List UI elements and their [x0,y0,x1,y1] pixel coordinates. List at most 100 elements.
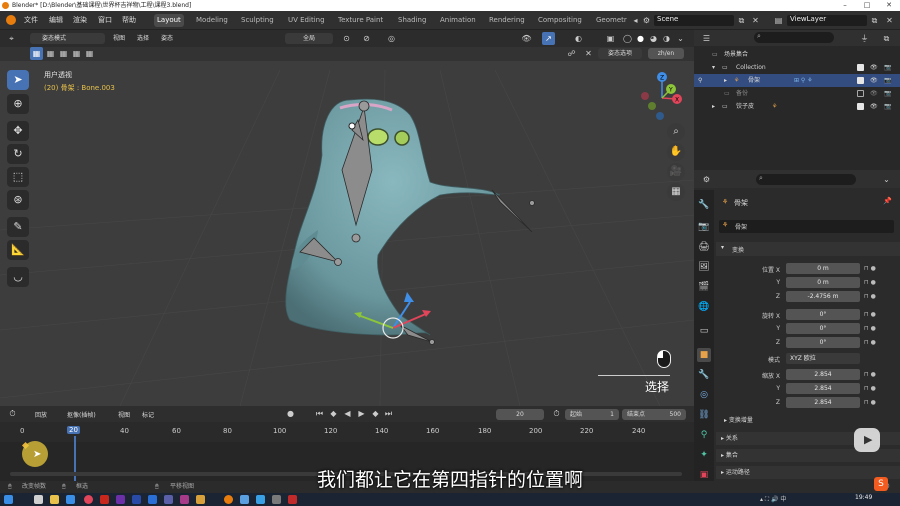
bone-constraint-tab-icon[interactable]: ▣ [697,468,711,482]
zoom-icon[interactable]: ⌕ [667,123,685,141]
taskbar-app-icon[interactable] [164,495,173,504]
eye-icon[interactable]: 👁 [870,61,878,74]
tab-uv-editing[interactable]: UV Editing [285,14,328,27]
end-frame-field[interactable]: 结束点 500 [622,409,686,420]
world-tab-icon[interactable]: 🌐 [697,300,711,314]
menu-window[interactable]: 窗口 [98,15,112,25]
outliner-root-row[interactable]: ▭ 场景集合 [694,48,900,61]
rotation-y-field[interactable]: 0° [786,323,860,334]
outliner-row-collection[interactable]: ▾ ▭ Collection 👁 📷 [694,61,900,74]
filter-icon[interactable]: ⏚ [858,32,871,45]
menu-file[interactable]: 文件 [24,15,38,25]
taskbar-app-icon[interactable] [66,495,75,504]
rotation-mode-dropdown[interactable]: XYZ 欧拉 [786,353,860,364]
minimize-icon[interactable]: – [834,0,856,11]
collection-tab-icon[interactable]: ▭ [697,324,711,338]
timeline-menu-marker[interactable]: 标记 [142,410,154,419]
camera-view-icon[interactable]: 🎥 [667,163,685,181]
data-tab-icon[interactable]: ⚲ [697,428,711,442]
tab-compositing[interactable]: Compositing [535,14,585,27]
tool-tab-icon[interactable]: 🔧 [697,198,711,212]
outliner-row-dumpling[interactable]: ▸ ▭ 饺子皮 ⚘ 👁 📷 [694,100,900,113]
expand-icon[interactable]: ▾ [712,61,715,74]
eye-icon[interactable]: 👁 [870,87,878,100]
tab-geometry[interactable]: Geometr [593,14,630,27]
scale-x-field[interactable]: 2.854 [786,369,860,380]
scene-icon[interactable]: ⚙ [640,14,653,27]
taskbar-app-icon[interactable] [196,495,205,504]
rotation-z-field[interactable]: 0° [786,337,860,348]
tab-modeling[interactable]: Modeling [193,14,231,27]
keying-dropdown[interactable]: 抠像(插帧) [67,410,96,419]
lock-icon[interactable]: ⊓ ● [864,265,876,272]
new-collection-icon[interactable]: ⧉ [880,32,893,45]
menu-edit[interactable]: 编辑 [49,15,63,25]
scene-tab-icon[interactable]: 🎬 [697,280,711,294]
lock-icon[interactable]: ⊓ ● [864,385,876,392]
lock-icon[interactable]: ⊓ ● [864,339,876,346]
taskbar-app-icon[interactable] [132,495,141,504]
taskbar-app-icon[interactable] [50,495,59,504]
lock-icon[interactable]: ⊓ ● [864,325,876,332]
checkbox-icon[interactable] [857,103,864,110]
lock-icon[interactable]: ⊓ ● [864,293,876,300]
output-tab-icon[interactable]: 🖨 [697,240,711,254]
windows-start-icon[interactable] [4,495,13,504]
tab-shading[interactable]: Shading [395,14,429,27]
object-name-field[interactable]: ⚘ 骨架 [719,220,894,233]
motion-paths-panel-header[interactable]: ▸ 运动路径 [716,466,900,479]
modifier-tab-icon[interactable]: 🔧 [697,368,711,382]
camera-icon[interactable]: 📷 [884,74,891,87]
physics-tab-icon[interactable]: ◎ [697,388,711,402]
view-layer-field[interactable]: ViewLayer [787,15,867,26]
checkbox-icon[interactable] [857,64,864,71]
tab-layout[interactable]: Layout [154,14,184,27]
taskbar-app-icon[interactable] [34,495,43,504]
current-frame-indicator[interactable]: 20 [67,426,80,434]
taskbar-app-icon[interactable] [224,495,233,504]
new-scene-icon[interactable]: ⧉ [735,14,748,27]
timeline-ruler[interactable]: 0 20 40 60 80 100 120 140 160 180 200 22… [0,422,694,442]
menu-render[interactable]: 渲染 [73,15,87,25]
outliner-search-input[interactable]: ⌕ [754,32,834,43]
taskbar-app-icon[interactable] [84,495,93,504]
tab-sculpting[interactable]: Sculpting [238,14,277,27]
viewport-3d[interactable]: ⌖ 姿态模式 视图 选择 姿态 全局 ⊙ ⊘ ◎ 👁 ↗ ◐ ▣ ◯ ● ◕ ◑… [0,30,694,406]
tab-rendering[interactable]: Rendering [486,14,528,27]
outliner-type-icon[interactable]: ☰ [700,32,713,45]
lock-icon[interactable]: ⊓ ● [864,399,876,406]
constraint-tab-icon[interactable]: ⛓ [697,408,711,422]
render-tab-icon[interactable]: 📷 [697,220,711,234]
camera-icon[interactable]: 📷 [884,100,891,113]
tab-animation[interactable]: Animation [437,14,479,27]
taskbar-app-icon[interactable] [240,495,249,504]
view-layer-icon[interactable]: ▤ [772,14,785,27]
chevron-down-icon[interactable]: ⌄ [880,173,893,186]
delta-transform-header[interactable]: ▸ 变换增量 [724,415,753,427]
new-view-layer-icon[interactable]: ⧉ [868,14,881,27]
taskbar-app-icon[interactable] [148,495,157,504]
eye-icon[interactable]: 👁 [870,74,878,87]
bone-tab-icon[interactable]: ✦ [697,448,711,462]
jump-start-icon[interactable]: ⏮ [313,407,326,420]
properties-search-input[interactable]: ⌕ [756,174,856,185]
tab-texture-paint[interactable]: Texture Paint [335,14,386,27]
pin-icon[interactable]: 📌 [883,197,892,205]
sogou-icon[interactable]: S [874,477,888,491]
play-reverse-icon[interactable]: ◀ [341,407,354,420]
stopwatch-icon[interactable]: ⏱ [550,407,563,420]
pan-hand-icon[interactable]: ✋ [667,143,685,161]
view-layer-tab-icon[interactable]: 🖼 [697,260,711,274]
checkbox-icon[interactable] [857,90,864,97]
camera-icon[interactable]: 📷 [884,61,891,74]
lock-icon[interactable]: ⊓ ● [864,371,876,378]
scale-y-field[interactable]: 2.854 [786,383,860,394]
location-z-field[interactable]: -2.4756 m [786,291,860,302]
location-x-field[interactable]: 0 m [786,263,860,274]
prev-key-icon[interactable]: ◆ [327,407,340,420]
record-icon[interactable]: ● [284,407,297,420]
current-frame-field[interactable]: 20 [496,409,544,420]
taskbar-app-icon[interactable] [288,495,297,504]
start-frame-field[interactable]: 起始 1 [565,409,619,420]
camera-icon[interactable]: 📷 [884,87,891,100]
